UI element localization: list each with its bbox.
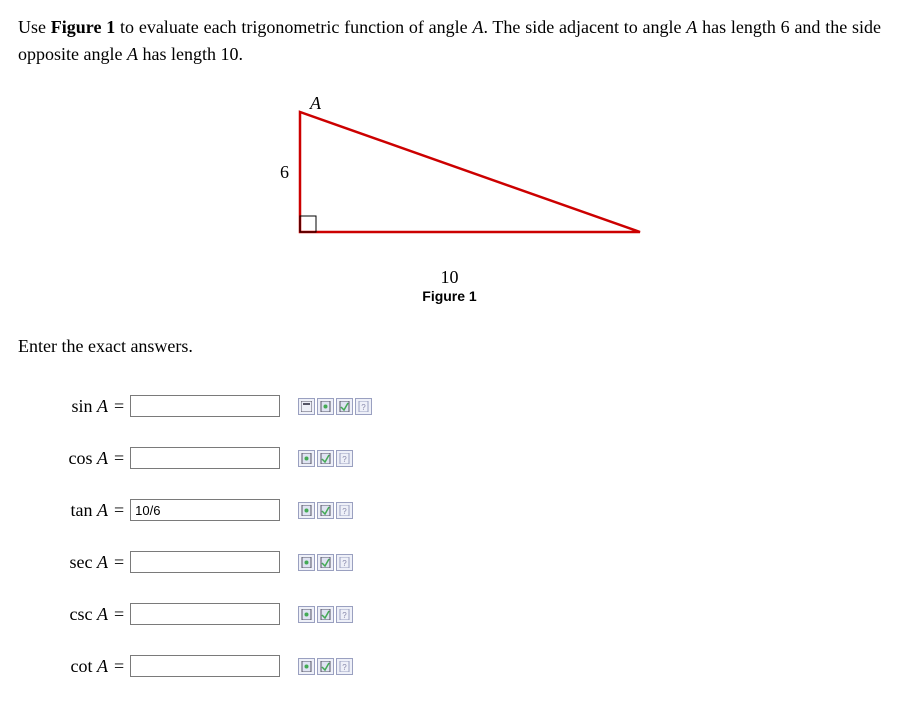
- check-icon[interactable]: [317, 606, 334, 623]
- instr-angle-1: A: [472, 17, 483, 37]
- help-icon[interactable]: ?: [336, 606, 353, 623]
- equals-sign: =: [114, 552, 130, 573]
- help-icon[interactable]: ?: [355, 398, 372, 415]
- svg-text:?: ?: [361, 403, 366, 412]
- equals-sign: =: [114, 396, 130, 417]
- svg-text:?: ?: [342, 507, 347, 516]
- input-csc[interactable]: [130, 603, 280, 625]
- icon-group: ?: [298, 450, 353, 467]
- label-func: tan: [71, 500, 93, 520]
- check-icon[interactable]: [317, 554, 334, 571]
- input-cot[interactable]: [130, 655, 280, 677]
- instr-part1: Use: [18, 17, 51, 37]
- instr-angle-2: A: [686, 17, 697, 37]
- icon-group: ?: [298, 502, 353, 519]
- check-icon[interactable]: [336, 398, 353, 415]
- label-func: sin: [71, 396, 92, 416]
- instr-part2: to evaluate each trigonometric function …: [115, 17, 472, 37]
- equals-sign: =: [114, 500, 130, 521]
- equals-sign: =: [114, 604, 130, 625]
- figure-label-A: A: [309, 93, 322, 113]
- input-sec[interactable]: [130, 551, 280, 573]
- label-func: cos: [69, 448, 93, 468]
- check-icon[interactable]: [317, 658, 334, 675]
- hint-icon[interactable]: [298, 554, 315, 571]
- input-cos[interactable]: [130, 447, 280, 469]
- icon-group: ?: [298, 658, 353, 675]
- label-var: A: [97, 396, 108, 416]
- hint-icon[interactable]: [298, 450, 315, 467]
- hint-icon[interactable]: [298, 606, 315, 623]
- answer-row-sin: sin A=?: [28, 393, 881, 419]
- answer-row-cot: cot A=?: [28, 653, 881, 679]
- hint-icon[interactable]: [317, 398, 334, 415]
- instructions-text: Use Figure 1 to evaluate each trigonomet…: [18, 14, 881, 68]
- figure-caption: 10 Figure 1: [18, 267, 881, 306]
- icon-group: ?: [298, 606, 353, 623]
- icon-group: ?: [298, 398, 372, 415]
- figure-container: A 6 10 Figure 1: [18, 92, 881, 306]
- label-var: A: [97, 656, 108, 676]
- help-icon[interactable]: ?: [336, 554, 353, 571]
- help-icon[interactable]: ?: [336, 502, 353, 519]
- preview-icon[interactable]: [298, 398, 315, 415]
- equals-sign: =: [114, 656, 130, 677]
- svg-text:?: ?: [342, 455, 347, 464]
- answer-row-csc: csc A=?: [28, 601, 881, 627]
- label-sec: sec A: [28, 552, 114, 573]
- label-var: A: [97, 552, 108, 572]
- answer-row-tan: tan A=?: [28, 497, 881, 523]
- check-icon[interactable]: [317, 502, 334, 519]
- label-var: A: [97, 500, 108, 520]
- svg-text:?: ?: [342, 559, 347, 568]
- label-csc: csc A: [28, 604, 114, 625]
- input-sin[interactable]: [130, 395, 280, 417]
- triangle-figure: A 6: [240, 92, 660, 262]
- hint-icon[interactable]: [298, 502, 315, 519]
- input-tan[interactable]: [130, 499, 280, 521]
- enter-exact-prompt: Enter the exact answers.: [18, 336, 881, 357]
- svg-text:?: ?: [342, 663, 347, 672]
- label-cot: cot A: [28, 656, 114, 677]
- instr-part3: . The side adjacent to angle: [483, 17, 686, 37]
- answer-row-cos: cos A=?: [28, 445, 881, 471]
- figure-caption-text: Figure 1: [422, 288, 476, 304]
- help-icon[interactable]: ?: [336, 658, 353, 675]
- help-icon[interactable]: ?: [336, 450, 353, 467]
- svg-text:?: ?: [342, 611, 347, 620]
- instr-fig-ref: Figure 1: [51, 17, 115, 37]
- icon-group: ?: [298, 554, 353, 571]
- label-func: sec: [70, 552, 93, 572]
- label-var: A: [97, 448, 108, 468]
- figure-label-opposite: 10: [441, 267, 459, 287]
- check-icon[interactable]: [317, 450, 334, 467]
- instr-angle-3: A: [127, 44, 138, 64]
- hint-icon[interactable]: [298, 658, 315, 675]
- instr-part5: has length 10.: [138, 44, 243, 64]
- equals-sign: =: [114, 448, 130, 469]
- label-var: A: [97, 604, 108, 624]
- figure-label-adjacent: 6: [280, 162, 289, 182]
- answer-row-sec: sec A=?: [28, 549, 881, 575]
- label-tan: tan A: [28, 500, 114, 521]
- label-sin: sin A: [28, 396, 114, 417]
- label-cos: cos A: [28, 448, 114, 469]
- label-func: csc: [70, 604, 93, 624]
- label-func: cot: [71, 656, 93, 676]
